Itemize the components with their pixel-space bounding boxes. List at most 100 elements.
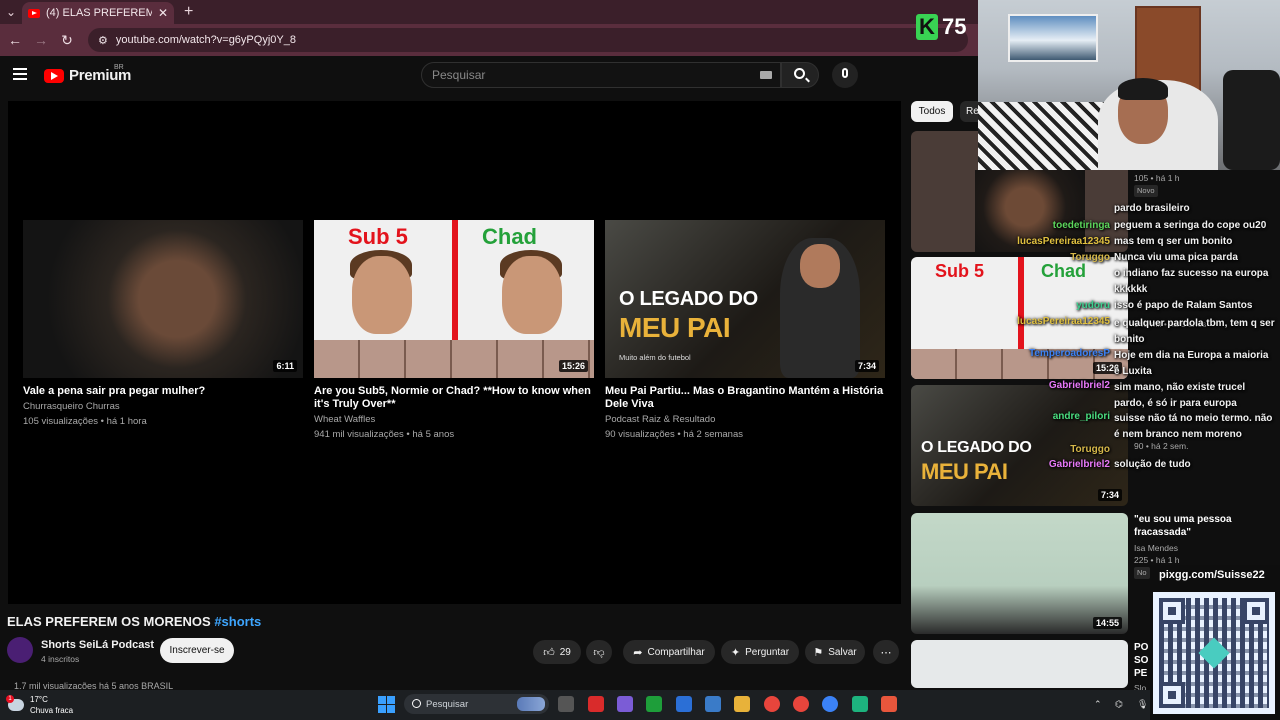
- filter-chip-all[interactable]: Todos: [911, 101, 953, 122]
- site-info-icon[interactable]: ⚙: [98, 34, 108, 47]
- chat-username: TemperoadoresP: [1029, 348, 1110, 359]
- windows-taskbar: [0, 690, 1150, 720]
- related-video-thumbnail[interactable]: [911, 640, 1128, 688]
- microphone-tray-icon[interactable]: 🎙︎: [1137, 699, 1148, 710]
- channel-name[interactable]: Shorts SeiLá Podcast: [41, 639, 154, 651]
- new-tab-icon[interactable]: +: [184, 3, 193, 21]
- chrome-profile-icon[interactable]: [822, 696, 838, 712]
- settings-app-icon[interactable]: [705, 696, 721, 712]
- chat-text: Hoje em dia na Europa a maioria é Luxita: [1114, 350, 1269, 377]
- chat-text: pardo brasileiro: [1114, 203, 1190, 214]
- new-badge: No: [1134, 567, 1150, 579]
- ask-button[interactable]: ✦ Perguntar: [721, 640, 799, 664]
- voice-search-button[interactable]: [832, 62, 858, 88]
- card-thumbnail[interactable]: Sub 5 Chad 15:26: [314, 220, 594, 378]
- task-view-icon[interactable]: [558, 696, 574, 712]
- tab-close-icon[interactable]: ✕: [158, 6, 168, 20]
- channel-subscribers: 4 inscritos: [41, 654, 80, 664]
- chrome-active-icon[interactable]: [793, 696, 809, 712]
- thumb-text-line2: MEU PAI: [619, 312, 731, 343]
- brave-icon[interactable]: [881, 696, 897, 712]
- like-button[interactable]: 👍︎ 29: [533, 640, 581, 664]
- card-channel[interactable]: Podcast Raiz & Resultado: [605, 413, 885, 426]
- thumb-text-left: Sub 5: [348, 224, 408, 249]
- card-thumbnail[interactable]: 6:11: [23, 220, 303, 378]
- start-button[interactable]: [378, 696, 395, 713]
- logo-region: BR: [114, 64, 124, 71]
- streamer-hair: [1118, 78, 1168, 100]
- chat-text: e qualquer pardola tbm, tem q ser bonito: [1114, 318, 1275, 345]
- url-field[interactable]: ⚙ youtube.com/watch?v=g6yPQyj0Y_8: [88, 28, 968, 52]
- dislike-button[interactable]: 👎︎: [586, 640, 612, 664]
- weather-widget[interactable]: 1 17°C Chuva fraca: [6, 694, 73, 716]
- counter-value: 75: [942, 14, 967, 39]
- search-placeholder: Pesquisar: [432, 68, 486, 82]
- microphone-icon: [842, 68, 848, 78]
- terminal-app-icon[interactable]: [852, 696, 868, 712]
- related-meta: 105 • há 1 h: [1134, 173, 1180, 183]
- chat-text: mas tem q ser um bonito: [1114, 236, 1233, 247]
- duration-badge: 6:11: [273, 360, 297, 372]
- stream-counter: K 75: [916, 14, 966, 40]
- card-title[interactable]: Are you Sub5, Normie or Chad? **How to k…: [314, 385, 594, 411]
- gaming-chair: [1223, 70, 1280, 170]
- more-icon: ⋯: [880, 646, 892, 659]
- network-icon[interactable]: ⌬: [1115, 699, 1123, 710]
- chat-text: peguem a seringa do cope ou20: [1114, 220, 1267, 231]
- back-icon[interactable]: ←: [4, 32, 26, 48]
- more-actions-button[interactable]: ⋯: [873, 640, 899, 664]
- card-meta: 90 visualizações • há 2 semanas: [605, 429, 743, 440]
- calculator-app-icon[interactable]: [676, 696, 692, 712]
- subscribe-button[interactable]: Inscrever-se: [160, 638, 234, 663]
- card-title[interactable]: Vale a pena sair pra pegar mulher?: [23, 385, 303, 398]
- end-card[interactable]: O LEGADO DO MEU PAI Muito além do futebo…: [605, 220, 885, 441]
- menu-icon[interactable]: [13, 68, 27, 80]
- xbox-app-icon[interactable]: [646, 696, 662, 712]
- taskbar-search-placeholder: Pesquisar: [426, 698, 469, 710]
- weather-text: 17°C Chuva fraca: [30, 694, 73, 716]
- youtube-logo[interactable]: Premium BR: [44, 64, 131, 84]
- face-illustration: [502, 256, 562, 334]
- card-title[interactable]: Meu Pai Partiu... Mas o Bragantino Manté…: [605, 385, 885, 411]
- video-title: ELAS PREFEREM OS MORENOS #shorts: [7, 614, 261, 629]
- related-meta: 225 • há 1 h: [1134, 555, 1180, 565]
- qr-finder: [1159, 598, 1185, 624]
- qr-finder: [1243, 598, 1269, 624]
- related-channel[interactable]: Isa Mendes: [1134, 543, 1178, 553]
- vpn-app-icon[interactable]: [617, 696, 633, 712]
- related-video-thumbnail[interactable]: 14:55: [911, 513, 1128, 634]
- related-video-title[interactable]: "eu sou uma pessoa fracassada": [1134, 513, 1244, 539]
- search-input[interactable]: Pesquisar: [421, 62, 781, 88]
- card-channel[interactable]: Wheat Waffles: [314, 413, 594, 426]
- keyboard-icon[interactable]: [760, 71, 772, 79]
- save-button[interactable]: ⚑ Salvar: [805, 640, 865, 664]
- card-channel[interactable]: Churrasqueiro Churras: [23, 400, 303, 413]
- duration-badge: 7:34: [1097, 489, 1122, 501]
- filter-chip-related[interactable]: Re: [960, 101, 980, 122]
- file-explorer-icon[interactable]: [734, 696, 750, 712]
- chat-text: suisse não tá no meio termo. não é nem b…: [1114, 413, 1273, 440]
- browser-tab-active[interactable]: (4) ELAS PREFEREM OS MOREN ✕: [22, 2, 174, 24]
- chat-username: andre_pilori: [1052, 411, 1110, 422]
- address-bar-row: ← → ↻ ⚙ youtube.com/watch?v=g6yPQyj0Y_8: [0, 24, 978, 56]
- tray-chevron-icon[interactable]: ⌃: [1094, 699, 1102, 710]
- search-button[interactable]: [781, 62, 819, 88]
- youtube-app-icon[interactable]: [588, 696, 604, 712]
- qr-finder: [1159, 682, 1185, 708]
- reload-icon[interactable]: ↻: [56, 32, 78, 49]
- thumb-text-line1: O LEGADO DO: [619, 288, 758, 310]
- share-button[interactable]: ➦ Compartilhar: [623, 640, 715, 664]
- card-thumbnail[interactable]: O LEGADO DO MEU PAI Muito além do futebo…: [605, 220, 885, 378]
- chrome-icon[interactable]: [764, 696, 780, 712]
- tab-search-icon[interactable]: ⌄: [0, 0, 22, 24]
- forward-icon[interactable]: →: [30, 32, 52, 48]
- taskbar-search[interactable]: Pesquisar: [404, 694, 549, 714]
- hashtag-link[interactable]: #shorts: [214, 614, 261, 629]
- qr-code: [1153, 592, 1275, 714]
- youtube-favicon-icon: [28, 8, 40, 18]
- end-card[interactable]: 6:11 Vale a pena sair pra pegar mulher? …: [23, 220, 303, 441]
- man-face: [800, 244, 840, 288]
- end-card[interactable]: Sub 5 Chad 15:26 Are you Sub5, Normie or…: [314, 220, 594, 441]
- streamer-webcam: [978, 0, 1280, 170]
- channel-avatar[interactable]: [7, 637, 33, 663]
